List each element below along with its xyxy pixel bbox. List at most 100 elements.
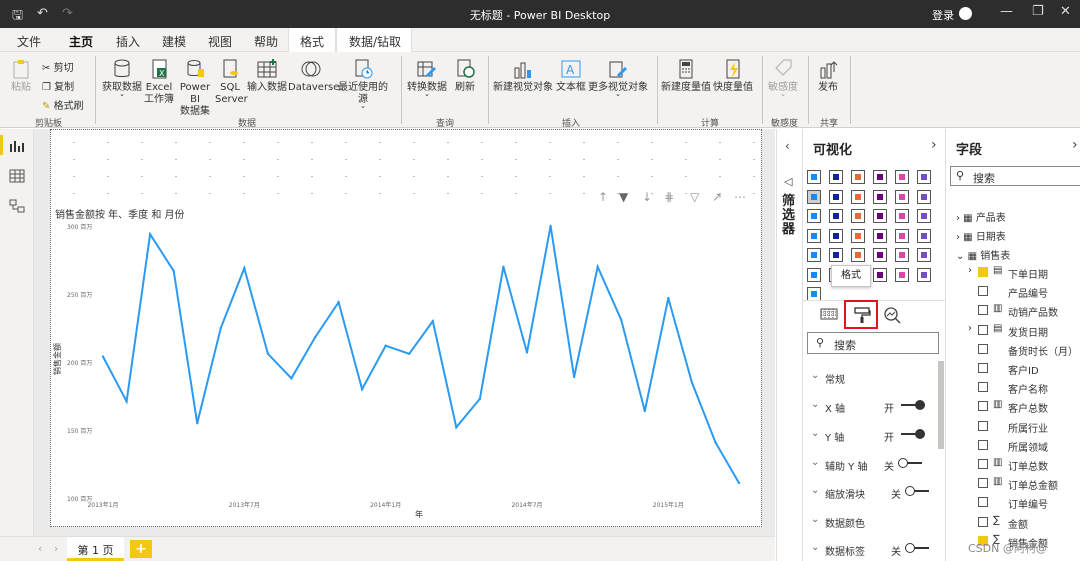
next-page-icon[interactable]: › [54,542,58,555]
data-point[interactable] [502,265,505,268]
next-level-icon[interactable]: ↓ [642,190,652,204]
data-point[interactable] [620,318,623,322]
model-view-icon[interactable] [9,199,25,213]
multirow-card-icon[interactable] [895,228,909,243]
data-point[interactable] [737,481,741,485]
sql-server-button[interactable]: SQL Server [215,58,248,106]
ribbon-chart-icon[interactable] [917,189,931,204]
field-checkbox[interactable] [978,401,988,412]
add-page-button[interactable]: + [130,540,152,558]
menu-format[interactable]: 格式 [300,33,324,50]
textbox-button[interactable]: A 文本框 [555,58,587,94]
r-visual-icon[interactable] [873,248,887,262]
stacked-bar-icon[interactable] [807,170,821,184]
data-labels-toggle[interactable] [905,543,929,553]
decomposition-tree-icon[interactable] [807,267,821,282]
data-point[interactable] [337,300,340,304]
transform-data-button[interactable]: 转换数据 ˇ [405,58,449,106]
filled-map-icon[interactable] [829,228,843,243]
fields-tab-icon[interactable] [820,306,838,322]
format-tab-button[interactable] [844,300,878,329]
x-axis-toggle[interactable] [901,400,925,410]
publish-button[interactable]: 发布 [813,58,843,94]
chevron-right-icon[interactable]: › [968,323,972,334]
pie-icon[interactable] [873,209,887,223]
data-point[interactable] [266,352,270,356]
waterfall-icon[interactable] [807,209,821,223]
chevron-right-icon[interactable]: › [1072,137,1078,153]
refresh-button[interactable]: 刷新 [451,58,479,94]
data-point[interactable] [431,320,434,323]
recent-sources-button[interactable]: 最近使用的源 ˇ [334,58,392,118]
chevron-right-icon[interactable]: › [968,265,972,276]
report-view-icon[interactable] [9,139,25,153]
paginated-icon[interactable] [873,267,887,282]
more-options-icon[interactable]: ⋯ [734,190,746,204]
menu-insert[interactable]: 插入 [116,33,140,50]
power-automate-icon[interactable] [917,267,931,282]
menu-file[interactable]: 文件 [17,33,41,50]
python-icon[interactable] [895,248,909,262]
expand-hierarchy-icon[interactable]: ⋕ [664,190,674,204]
pbi-dataset-button[interactable]: Power BI 数据集 [175,58,215,118]
line-chart-icon[interactable] [807,189,821,204]
close-icon[interactable]: ✕ [1060,4,1071,19]
field-checkbox[interactable] [978,478,988,489]
map-icon[interactable] [807,228,821,243]
more-visuals-icon[interactable] [807,287,821,301]
funnel-icon[interactable] [829,209,843,223]
field-checkbox[interactable] [978,439,988,450]
data-point[interactable] [101,355,105,358]
y-axis-toggle[interactable] [901,429,925,439]
menu-modeling[interactable]: 建模 [162,33,186,50]
slicer-icon[interactable] [807,248,821,262]
new-visual-button[interactable]: 新建视觉对象 [492,58,554,94]
cut-button[interactable]: ✂ 剪切 [42,59,74,74]
data-point[interactable] [478,397,482,400]
page-tab-1[interactable]: 第 1 页 [67,537,124,561]
filters-pane[interactable]: ‹ ◁ 筛选器 [776,129,802,561]
data-point[interactable] [643,409,646,413]
field-table[interactable]: › ▦ 日期表 [956,228,1076,243]
quick-measure-button[interactable]: 快度量值 [712,58,754,94]
data-point[interactable] [384,344,387,347]
data-point[interactable] [219,326,222,330]
field-checkbox[interactable] [978,459,988,469]
power-apps-icon[interactable] [895,267,909,282]
matrix-icon[interactable] [851,248,865,262]
data-point[interactable] [290,377,293,380]
chevron-right-icon[interactable]: › [931,137,937,153]
data-point[interactable] [243,266,246,270]
format-painter-button[interactable]: ✎ 格式刷 [42,97,84,112]
donut-icon[interactable] [895,209,909,223]
line-cluster-icon[interactable] [895,189,909,204]
analytics-tab-icon[interactable] [883,306,901,324]
new-measure-button[interactable]: 新建度量值 [661,58,711,94]
menu-home[interactable]: 主页 [69,33,94,55]
filter-icon[interactable]: ▽ [690,190,699,204]
data-point[interactable] [125,400,128,403]
paste-button[interactable]: 粘贴 [6,58,36,94]
menu-data-drill[interactable]: 数据/钻取 [349,33,401,50]
data-point[interactable] [313,336,317,339]
account-icon[interactable] [959,7,972,20]
drill-down-mode-icon[interactable]: ▼ [619,190,628,204]
key-influencers-icon[interactable] [917,248,931,262]
stacked-column-icon[interactable] [829,170,843,184]
menu-view[interactable]: 视图 [208,33,232,50]
login-button[interactable]: 登录 [932,7,954,23]
100-column-icon[interactable] [917,170,931,184]
restore-icon[interactable]: ❐ [1032,4,1044,19]
menu-help[interactable]: 帮助 [254,33,278,50]
field-table[interactable]: ⌄ ▦ 销售表 [956,247,1076,262]
excel-button[interactable]: X Excel 工作簿 [144,58,174,106]
data-point[interactable] [148,232,152,236]
dataverse-button[interactable]: Dataverse [288,58,339,94]
field-checkbox[interactable] [978,343,988,354]
viz-search-box[interactable]: ⚲ 搜索 [807,332,939,354]
field-checkbox[interactable] [978,267,988,277]
area-chart-icon[interactable] [829,189,843,204]
field-checkbox[interactable] [978,516,988,527]
data-point[interactable] [572,375,576,379]
chevron-left-icon[interactable]: ‹ [785,139,790,153]
